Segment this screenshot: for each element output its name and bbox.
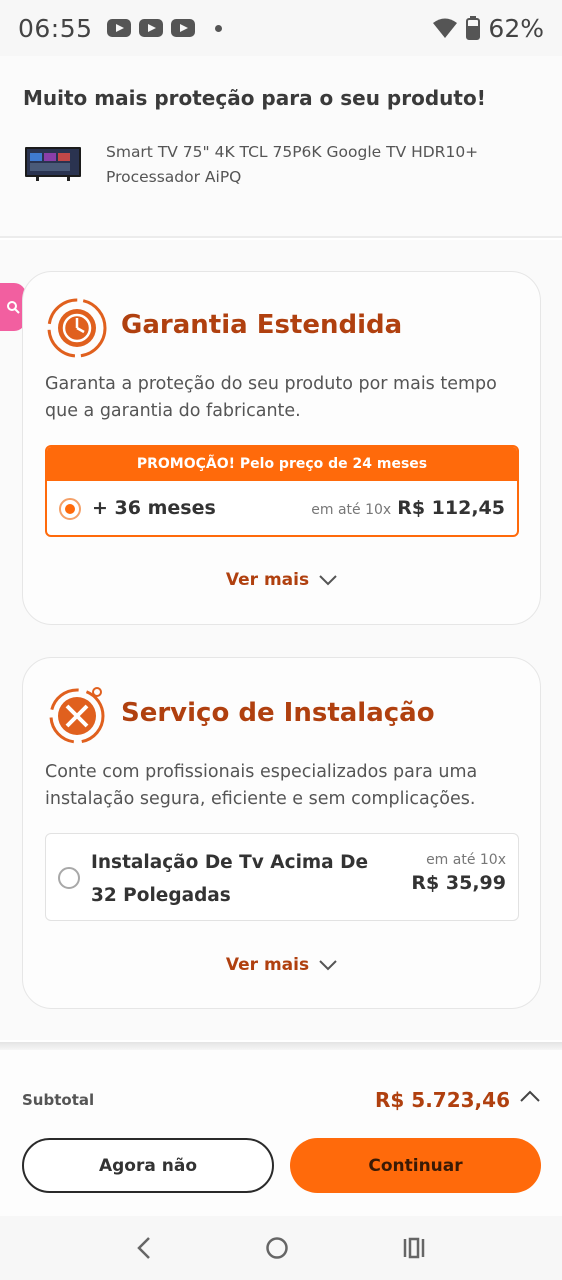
warranty-see-more[interactable]: Ver mais [23,570,540,590]
installation-option-label: Instalação De Tv Acima De 32 Polegadas [91,852,369,906]
footer: Subtotal R$ 5.723,46 Agora não Continuar [0,1050,562,1216]
warranty-title: Garantia Estendida [121,310,403,340]
installation-option[interactable]: Instalação De Tv Acima De 32 Polegadas e… [45,833,519,921]
wifi-icon [433,18,458,38]
chevron-down-icon [319,574,337,585]
youtube-icon [138,19,163,37]
status-right: 62% [432,14,544,43]
installation-card: Serviço de Instalação Conte com profissi… [22,657,541,1009]
home-icon[interactable] [265,1236,289,1260]
not-now-button[interactable]: Agora não [22,1138,274,1193]
see-more-label: Ver mais [225,955,310,975]
product-header: Muito mais proteção para o seu produto! … [0,56,562,238]
back-icon[interactable] [136,1236,152,1260]
product-thumbnail [25,147,81,181]
promo-banner: PROMOÇÃO! Pelo preço de 24 meses [47,447,517,481]
warranty-radio[interactable] [59,498,81,520]
tools-icon [49,687,105,744]
warranty-option[interactable]: PROMOÇÃO! Pelo preço de 24 meses + 36 me… [45,445,519,537]
system-nav-bar [0,1216,562,1280]
subtotal-label: Subtotal [22,1091,95,1109]
chevron-up-icon[interactable] [520,1090,540,1102]
footer-divider [0,1042,562,1050]
installation-radio[interactable] [58,867,80,889]
battery-percentage: 62% [488,13,544,43]
product-name: Smart TV 75" 4K TCL 75P6K Google TV HDR1… [106,143,479,186]
see-more-label: Ver mais [225,570,310,590]
recents-icon[interactable] [402,1237,426,1259]
warranty-installments: em até 10x [311,502,392,518]
battery-icon [466,16,481,40]
youtube-icon [106,19,131,37]
warranty-price: em até 10x R$ 112,45 [311,497,505,519]
shield-clock-icon [47,298,107,358]
installation-price: em até 10x R$ 35,99 [411,852,506,894]
page-title: Muito mais proteção para o seu produto! [23,86,486,110]
chevron-down-icon [319,959,337,970]
installation-title: Serviço de Instalação [121,698,435,728]
status-bar: 06:55 62% [0,0,562,56]
warranty-description: Garanta a proteção do seu produto por ma… [45,374,497,421]
installation-see-more[interactable]: Ver mais [23,955,540,975]
installation-price-value: R$ 35,99 [411,872,506,894]
warranty-card: Garantia Estendida Garanta a proteção do… [22,271,541,625]
warranty-option-row[interactable]: + 36 meses em até 10x R$ 112,45 [47,481,517,535]
notification-icons [106,19,222,37]
status-time: 06:55 [18,13,93,43]
warranty-option-label: + 36 meses [92,497,216,519]
warranty-price-value: R$ 112,45 [397,497,505,519]
installation-installments: em até 10x [426,852,506,868]
youtube-icon [170,19,195,37]
more-notifications-dot [214,24,222,32]
search-icon [7,301,20,314]
continue-button[interactable]: Continuar [290,1138,541,1193]
subtotal-value: R$ 5.723,46 [375,1088,510,1112]
installation-description: Conte com profissionais especializados p… [45,762,478,809]
